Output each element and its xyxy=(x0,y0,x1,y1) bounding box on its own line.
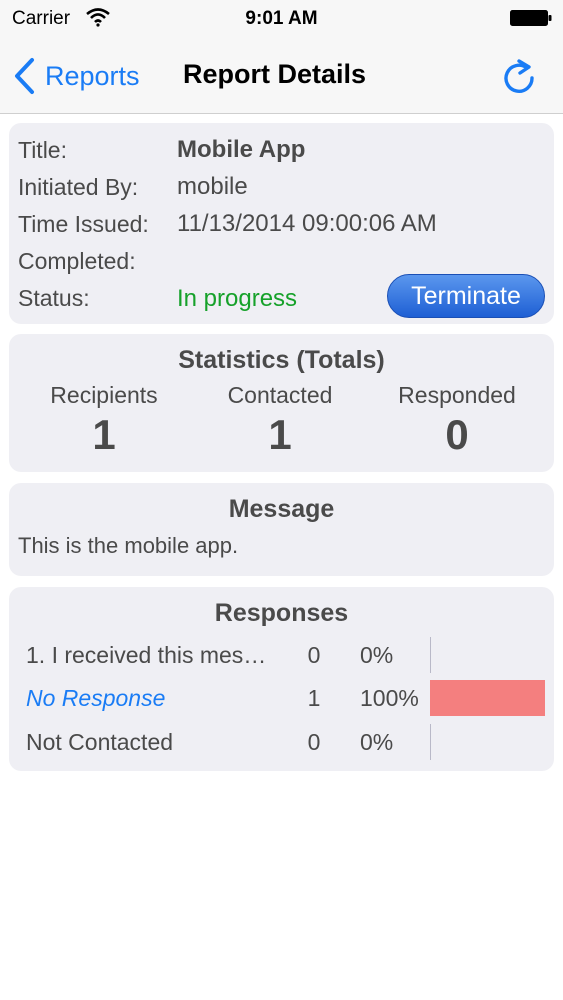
page-title: Report Details xyxy=(183,59,367,89)
completed-label: Completed: xyxy=(18,248,136,274)
stat-recipients: Recipients 1 xyxy=(9,382,199,459)
response-percent: 0% xyxy=(360,642,394,668)
statistics-heading: Statistics (Totals) xyxy=(178,346,385,374)
response-label: 1. I received this mes… xyxy=(26,642,267,668)
response-label: Not Contacted xyxy=(26,729,174,755)
response-row[interactable]: Not Contacted 0 0% xyxy=(9,722,554,762)
terminate-button[interactable]: Terminate xyxy=(387,274,545,318)
battery-icon xyxy=(510,10,552,26)
stat-label: Recipients xyxy=(50,382,158,408)
stat-value: 0 xyxy=(445,411,469,458)
clock: 9:01 AM xyxy=(245,8,318,29)
response-row[interactable]: No Response 1 100% xyxy=(9,678,554,718)
navigation-bar: Reports Report Details xyxy=(0,38,563,114)
chevron-left-icon xyxy=(15,58,34,94)
stat-value: 1 xyxy=(92,411,116,458)
response-bar-track xyxy=(430,637,545,673)
response-bar-track xyxy=(430,680,545,716)
response-bar xyxy=(430,680,545,716)
stat-label: Responded xyxy=(398,382,516,408)
stat-value: 1 xyxy=(268,411,292,458)
status-value: In progress xyxy=(177,285,298,312)
responses-card: Responses 1. I received this mes… 0 0% N… xyxy=(9,587,554,771)
time-issued-label: Time Issued: xyxy=(18,211,149,237)
response-bar-axis xyxy=(430,637,431,673)
back-button[interactable]: Reports xyxy=(12,56,140,96)
response-bar-track xyxy=(430,724,545,760)
time-issued-value: 11/13/2014 09:00:06 AM xyxy=(177,210,437,237)
message-heading: Message xyxy=(228,495,335,523)
response-percent: 0% xyxy=(360,729,394,755)
response-count: 1 xyxy=(307,685,321,711)
message-text: This is the mobile app. xyxy=(18,533,239,558)
status-label: Status: xyxy=(18,285,90,311)
title-value: Mobile App xyxy=(177,136,306,163)
response-count: 0 xyxy=(307,729,321,755)
details-card: Title: Mobile App Initiated By: mobile T… xyxy=(9,123,554,324)
title-label: Title: xyxy=(18,137,67,163)
statistics-card: Statistics (Totals) Recipients 1 Contact… xyxy=(9,334,554,472)
stat-contacted: Contacted 1 xyxy=(185,382,375,459)
message-card: Message This is the mobile app. xyxy=(9,483,554,576)
initiated-by-value: mobile xyxy=(177,173,248,200)
initiated-by-label: Initiated By: xyxy=(18,174,139,200)
back-label: Reports xyxy=(45,60,140,91)
status-bar: Carrier 9:01 AM xyxy=(0,0,563,38)
response-row[interactable]: 1. I received this mes… 0 0% xyxy=(9,635,554,675)
response-percent: 100% xyxy=(360,685,419,711)
response-bar-axis xyxy=(430,724,431,760)
refresh-icon[interactable] xyxy=(501,56,537,94)
responses-heading: Responses xyxy=(214,599,349,627)
no-response-link[interactable]: No Response xyxy=(26,685,296,712)
stat-responded: Responded 0 xyxy=(362,382,552,459)
response-count: 0 xyxy=(307,642,321,668)
stat-label: Contacted xyxy=(227,382,333,408)
